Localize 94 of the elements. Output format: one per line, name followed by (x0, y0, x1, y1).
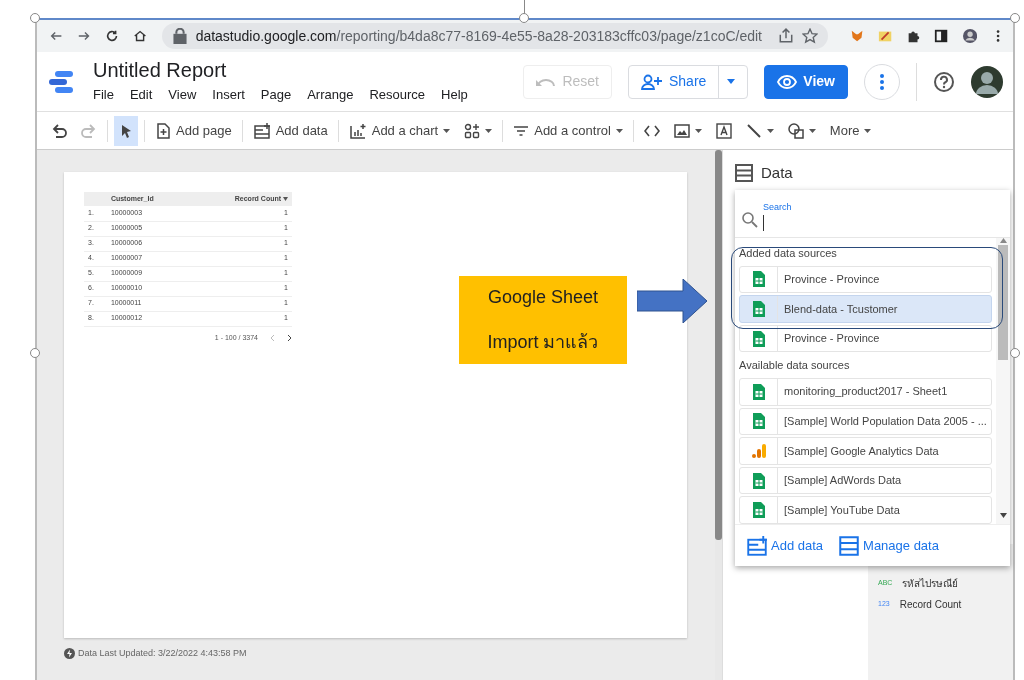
share-icon[interactable] (778, 28, 794, 44)
caret-icon (864, 128, 872, 133)
spreadsheet-icon (751, 502, 766, 519)
add-chart-icon (348, 122, 367, 139)
spreadsheet-icon (751, 383, 766, 400)
add-page-button[interactable]: Add page (151, 115, 236, 146)
menu-item[interactable]: View (168, 84, 197, 105)
menu-icon (880, 73, 884, 90)
arrow-icon (637, 279, 707, 323)
spreadsheet-icon (751, 413, 766, 430)
text-box-icon (715, 122, 732, 139)
add-data-button[interactable]: Add data (747, 535, 824, 556)
caret-icon (443, 128, 451, 133)
avatar-icon[interactable] (962, 28, 977, 44)
menu-item[interactable]: File (93, 84, 114, 105)
redo-icon (81, 122, 97, 139)
more-menu[interactable]: More (825, 115, 876, 146)
data-source-item[interactable]: [Sample] YouTube Data (739, 496, 992, 524)
resize-handle[interactable] (30, 348, 40, 358)
view-button[interactable]: View (764, 64, 848, 99)
help-icon[interactable] (933, 70, 955, 93)
spreadsheet-icon (751, 472, 766, 489)
spreadsheet-icon (751, 330, 766, 347)
callout-text: Import มาแล้ว (487, 331, 599, 354)
sidebar-icon[interactable] (934, 28, 949, 44)
image-icon (673, 122, 690, 139)
scrollbar-thumb[interactable] (715, 150, 722, 540)
search-icon (741, 211, 759, 229)
sort-icon[interactable] (283, 196, 288, 201)
database-icon (735, 164, 753, 183)
add-page-icon (155, 122, 171, 139)
spreadsheet-icon (751, 300, 766, 317)
report-title[interactable]: Untitled Report (93, 58, 468, 81)
add-data-button[interactable]: Add data (248, 115, 332, 146)
fox-icon[interactable] (850, 28, 865, 44)
database-icon (839, 535, 860, 556)
data-source-item[interactable]: Province - Province (739, 324, 992, 353)
menu-item[interactable]: Arrange (307, 84, 354, 105)
next-icon[interactable] (287, 333, 292, 342)
menu-item[interactable]: Help (441, 84, 468, 105)
caret-icon (694, 128, 702, 133)
bolt-icon (64, 648, 75, 660)
share-button[interactable]: Share (628, 64, 749, 99)
caret-icon (808, 128, 816, 133)
home-icon[interactable] (133, 28, 148, 44)
eye-icon (777, 74, 798, 89)
panel-title: Data (761, 163, 793, 183)
lock-icon (171, 28, 188, 44)
component-icon (464, 122, 481, 139)
spreadsheet-icon (751, 271, 766, 288)
caret-icon (766, 128, 774, 133)
resize-handle[interactable] (30, 13, 40, 23)
more-button[interactable] (864, 63, 900, 100)
scroll-up-icon[interactable] (999, 238, 1007, 243)
scrollbar-thumb[interactable] (998, 245, 1008, 360)
resize-handle[interactable] (1010, 348, 1020, 358)
menu-item[interactable]: Insert (212, 84, 245, 105)
section-title: Available data sources (739, 358, 851, 374)
add-data-icon (747, 535, 767, 556)
data-source-item[interactable]: [Sample] AdWords Data (739, 466, 992, 495)
pointer-tool[interactable] (114, 115, 138, 146)
resize-handle[interactable] (1010, 13, 1020, 23)
last-updated-text: Data Last Updated: 3/22/2022 4:43:58 PM (78, 647, 247, 660)
callout-text: Google Sheet (487, 286, 599, 309)
caret-icon (727, 79, 736, 84)
caret-icon (615, 128, 623, 133)
reload-icon[interactable] (105, 28, 120, 44)
menu-item[interactable]: Page (260, 84, 292, 105)
resize-handle[interactable] (519, 13, 529, 23)
section-title: Added data sources (739, 246, 838, 261)
field-name[interactable]: Record Count (899, 597, 962, 612)
data-source-item[interactable]: [Sample] Google Analytics Data (739, 437, 992, 465)
control-button[interactable]: Add a control (509, 115, 627, 146)
menu-item[interactable]: Resource (369, 84, 426, 105)
shape-icon (787, 122, 804, 139)
bar-chart-icon (751, 442, 766, 459)
data-source-item[interactable]: monitoring_product2017 - Sheet1 (739, 377, 992, 406)
add-person-icon (641, 73, 663, 90)
star-icon[interactable] (802, 28, 818, 44)
data-source-item[interactable]: Province - Province (739, 265, 992, 294)
address-bar[interactable]: datastudio.google.com/reporting/b4da8c77-8169-4e55-8a28-203183cffc03/page/z1coC/edit (161, 23, 828, 49)
add-data-icon (252, 122, 271, 139)
data-source-item[interactable]: Blend-data - Tcustomer (739, 295, 992, 323)
line-icon (745, 122, 762, 139)
scroll-down-icon[interactable] (999, 513, 1007, 518)
avatar-icon[interactable] (971, 65, 1003, 98)
data-source-item[interactable]: [Sample] World Population Data 2005 - ... (739, 407, 992, 436)
manage-data-button[interactable]: Manage data (839, 535, 939, 556)
menu-item[interactable]: Edit (129, 84, 153, 105)
caret-icon (485, 128, 493, 133)
field-name[interactable]: รหัสไปรษณีย์ (902, 576, 959, 591)
chart-button[interactable]: Add a chart (344, 115, 455, 146)
url-text: datastudio.google.com/reporting/b4da8c77-8169-4e55-8a28-203183cffc03/page/z1coC/edit (195, 26, 762, 46)
undo-icon (51, 122, 67, 139)
